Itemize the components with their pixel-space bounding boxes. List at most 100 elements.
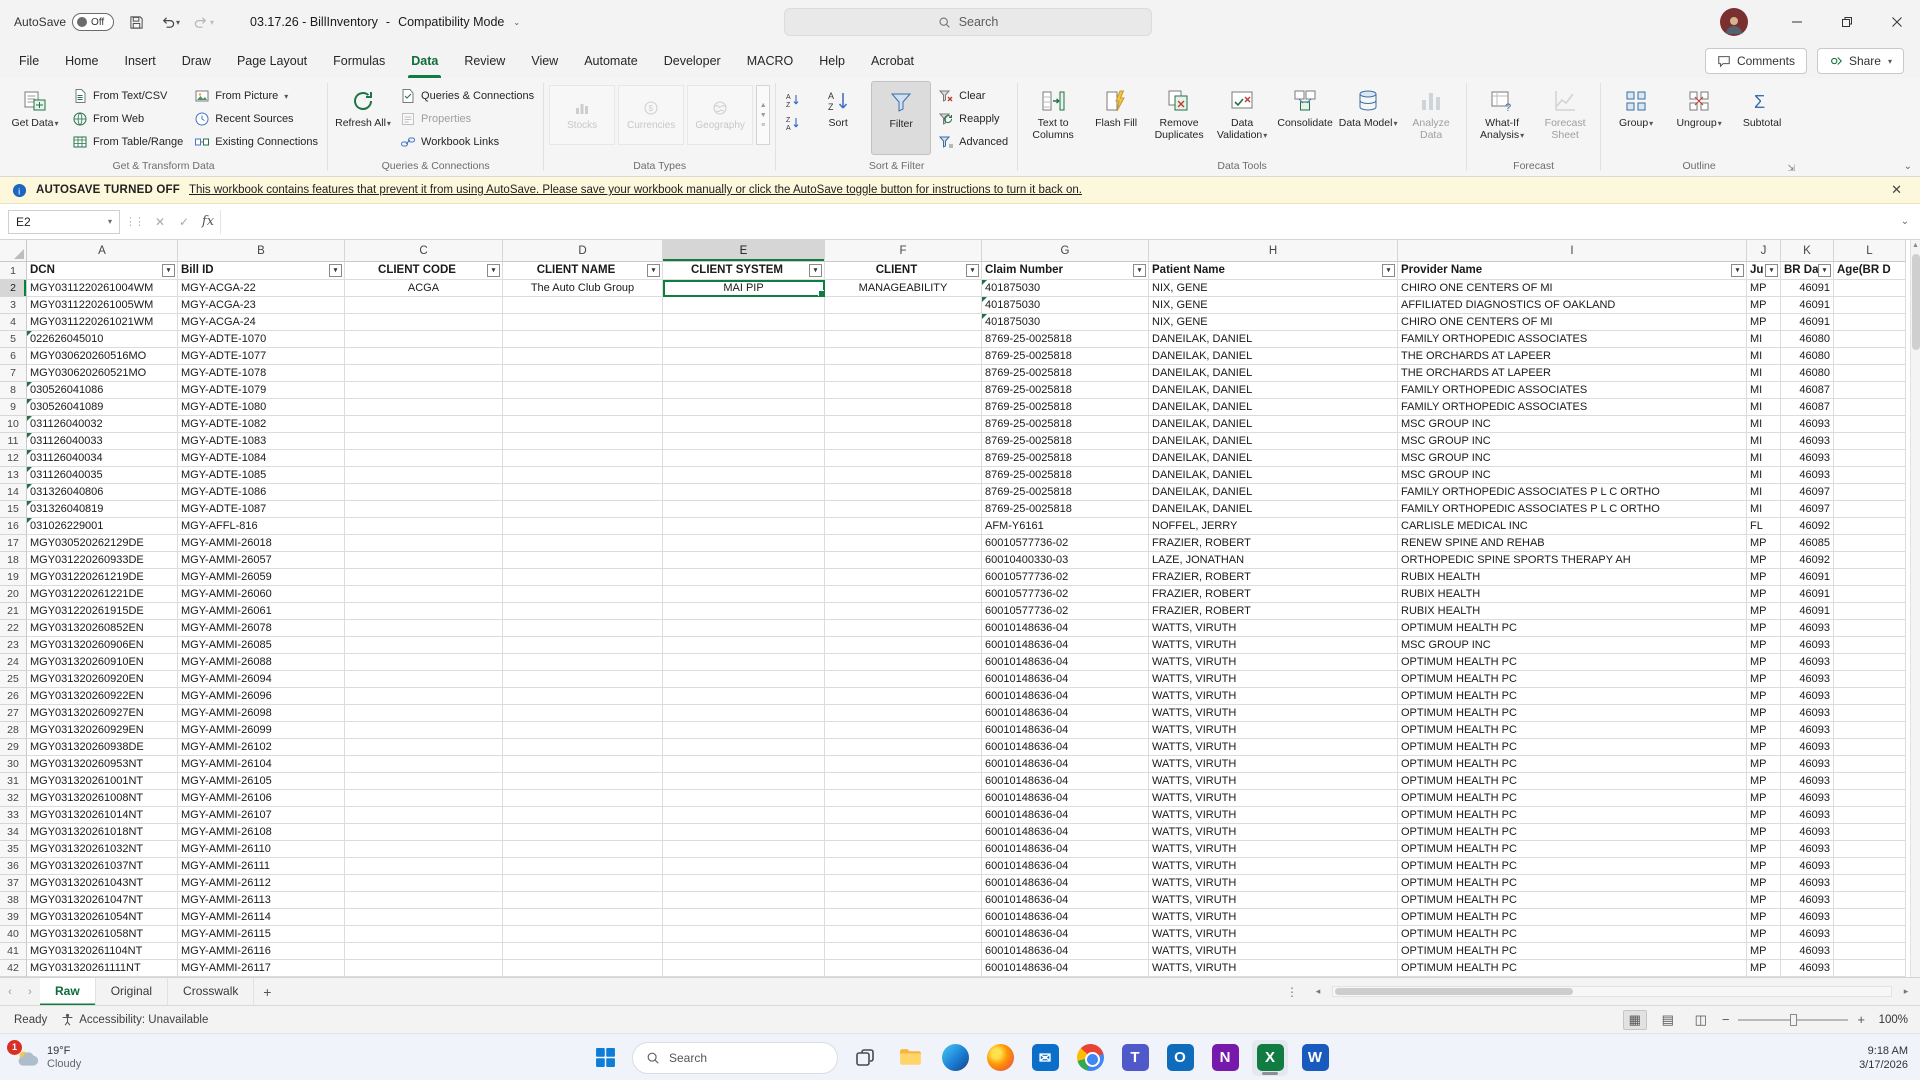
cell-L6[interactable]	[1834, 348, 1906, 365]
cell-I40[interactable]: OPTIMUM HEALTH PC	[1398, 926, 1747, 943]
cell-I18[interactable]: ORTHOPEDIC SPINE SPORTS THERAPY AH	[1398, 552, 1747, 569]
sheet-nav-right-icon[interactable]: ›	[20, 986, 40, 998]
cell-H5[interactable]: DANEILAK, DANIEL	[1149, 331, 1398, 348]
cell-F38[interactable]	[825, 892, 982, 909]
zoom-in-icon[interactable]: +	[1857, 1012, 1865, 1027]
cell-E23[interactable]	[663, 637, 825, 654]
cell-C22[interactable]	[345, 620, 503, 637]
text-to-columns-button[interactable]: Text to Columns	[1023, 81, 1083, 155]
cell-J22[interactable]: MP	[1747, 620, 1781, 637]
ribbon-tab-page-layout[interactable]: Page Layout	[224, 44, 320, 78]
cell-H29[interactable]: WATTS, VIRUTH	[1149, 739, 1398, 756]
cell-G38[interactable]: 60010148636-04	[982, 892, 1149, 909]
cell-F28[interactable]	[825, 722, 982, 739]
cell-I14[interactable]: FAMILY ORTHOPEDIC ASSOCIATES P L C ORTHO	[1398, 484, 1747, 501]
cell-H4[interactable]: NIX, GENE	[1149, 314, 1398, 331]
cell-L14[interactable]	[1834, 484, 1906, 501]
row-header-29[interactable]: 29	[0, 739, 27, 756]
row-header-23[interactable]: 23	[0, 637, 27, 654]
row-header-17[interactable]: 17	[0, 535, 27, 552]
cell-L40[interactable]	[1834, 926, 1906, 943]
cell-C25[interactable]	[345, 671, 503, 688]
cell-A2[interactable]: MGY0311220261004WM	[27, 280, 178, 297]
cell-K32[interactable]: 46093	[1781, 790, 1834, 807]
cell-H38[interactable]: WATTS, VIRUTH	[1149, 892, 1398, 909]
cell-G37[interactable]: 60010148636-04	[982, 875, 1149, 892]
cell-L8[interactable]	[1834, 382, 1906, 399]
cell-H15[interactable]: DANEILAK, DANIEL	[1149, 501, 1398, 518]
cell-G16[interactable]: AFM-Y6161	[982, 518, 1149, 535]
cell-J6[interactable]: MI	[1747, 348, 1781, 365]
cell-F40[interactable]	[825, 926, 982, 943]
cell-E6[interactable]	[663, 348, 825, 365]
ungroup-button[interactable]: Ungroup▾	[1669, 81, 1729, 155]
cell-D35[interactable]	[503, 841, 663, 858]
cell-A10[interactable]: 031126040032	[27, 416, 178, 433]
filter-dropdown-icon[interactable]: ▾	[966, 264, 979, 277]
cell-H11[interactable]: DANEILAK, DANIEL	[1149, 433, 1398, 450]
column-header-G[interactable]: G	[982, 240, 1149, 262]
row-header-31[interactable]: 31	[0, 773, 27, 790]
cell-G39[interactable]: 60010148636-04	[982, 909, 1149, 926]
data-validation-button[interactable]: Data Validation▾	[1212, 81, 1272, 155]
cell-C31[interactable]	[345, 773, 503, 790]
cell-F9[interactable]	[825, 399, 982, 416]
cell-J30[interactable]: MP	[1747, 756, 1781, 773]
cell-E31[interactable]	[663, 773, 825, 790]
onenote-button[interactable]: N	[1207, 1040, 1243, 1076]
clear-filter-button[interactable]: Clear	[934, 85, 1012, 107]
cell-H21[interactable]: FRAZIER, ROBERT	[1149, 603, 1398, 620]
cell-E29[interactable]	[663, 739, 825, 756]
cell-D37[interactable]	[503, 875, 663, 892]
cell-C15[interactable]	[345, 501, 503, 518]
cell-B19[interactable]: MGY-AMMI-26059	[178, 569, 345, 586]
cell-L37[interactable]	[1834, 875, 1906, 892]
ribbon-tab-insert[interactable]: Insert	[112, 44, 169, 78]
cell-E15[interactable]	[663, 501, 825, 518]
cell-I26[interactable]: OPTIMUM HEALTH PC	[1398, 688, 1747, 705]
scroll-left-icon[interactable]: ◂	[1310, 986, 1326, 997]
cell-B13[interactable]: MGY-ADTE-1085	[178, 467, 345, 484]
cell-I17[interactable]: RENEW SPINE AND REHAB	[1398, 535, 1747, 552]
cell-K9[interactable]: 46087	[1781, 399, 1834, 416]
cell-C32[interactable]	[345, 790, 503, 807]
cell-L36[interactable]	[1834, 858, 1906, 875]
cell-I34[interactable]: OPTIMUM HEALTH PC	[1398, 824, 1747, 841]
row-header-4[interactable]: 4	[0, 314, 27, 331]
cell-F2[interactable]: MANAGEABILITY	[825, 280, 982, 297]
ribbon-tab-draw[interactable]: Draw	[169, 44, 224, 78]
cell-J12[interactable]: MI	[1747, 450, 1781, 467]
cell-C8[interactable]	[345, 382, 503, 399]
cell-D17[interactable]	[503, 535, 663, 552]
cell-E37[interactable]	[663, 875, 825, 892]
name-box[interactable]: E2 ▾	[8, 209, 120, 234]
filter-dropdown-icon[interactable]: ▾	[1133, 264, 1146, 277]
cell-K16[interactable]: 46092	[1781, 518, 1834, 535]
cell-E38[interactable]	[663, 892, 825, 909]
cell-C18[interactable]	[345, 552, 503, 569]
cell-A23[interactable]: MGY031320260906EN	[27, 637, 178, 654]
cell-L42[interactable]	[1834, 960, 1906, 977]
cell-H41[interactable]: WATTS, VIRUTH	[1149, 943, 1398, 960]
cell-G1[interactable]: Claim Number ▾	[982, 262, 1149, 280]
cell-J9[interactable]: MI	[1747, 399, 1781, 416]
cell-J14[interactable]: MI	[1747, 484, 1781, 501]
cell-K30[interactable]: 46093	[1781, 756, 1834, 773]
excel-button[interactable]: X	[1252, 1039, 1288, 1076]
cell-F20[interactable]	[825, 586, 982, 603]
row-header-19[interactable]: 19	[0, 569, 27, 586]
collapse-ribbon-icon[interactable]: ⌄	[1904, 161, 1912, 172]
column-header-E[interactable]: E	[663, 240, 825, 262]
cell-G24[interactable]: 60010148636-04	[982, 654, 1149, 671]
cell-G41[interactable]: 60010148636-04	[982, 943, 1149, 960]
cell-H6[interactable]: DANEILAK, DANIEL	[1149, 348, 1398, 365]
row-header-32[interactable]: 32	[0, 790, 27, 807]
cell-A34[interactable]: MGY031320261018NT	[27, 824, 178, 841]
autosave-switch[interactable]: Off	[72, 13, 115, 31]
cell-L11[interactable]	[1834, 433, 1906, 450]
row-header-11[interactable]: 11	[0, 433, 27, 450]
cell-K25[interactable]: 46093	[1781, 671, 1834, 688]
cell-J2[interactable]: MP	[1747, 280, 1781, 297]
cell-D39[interactable]	[503, 909, 663, 926]
horizontal-scroll-thumb[interactable]	[1335, 988, 1573, 995]
